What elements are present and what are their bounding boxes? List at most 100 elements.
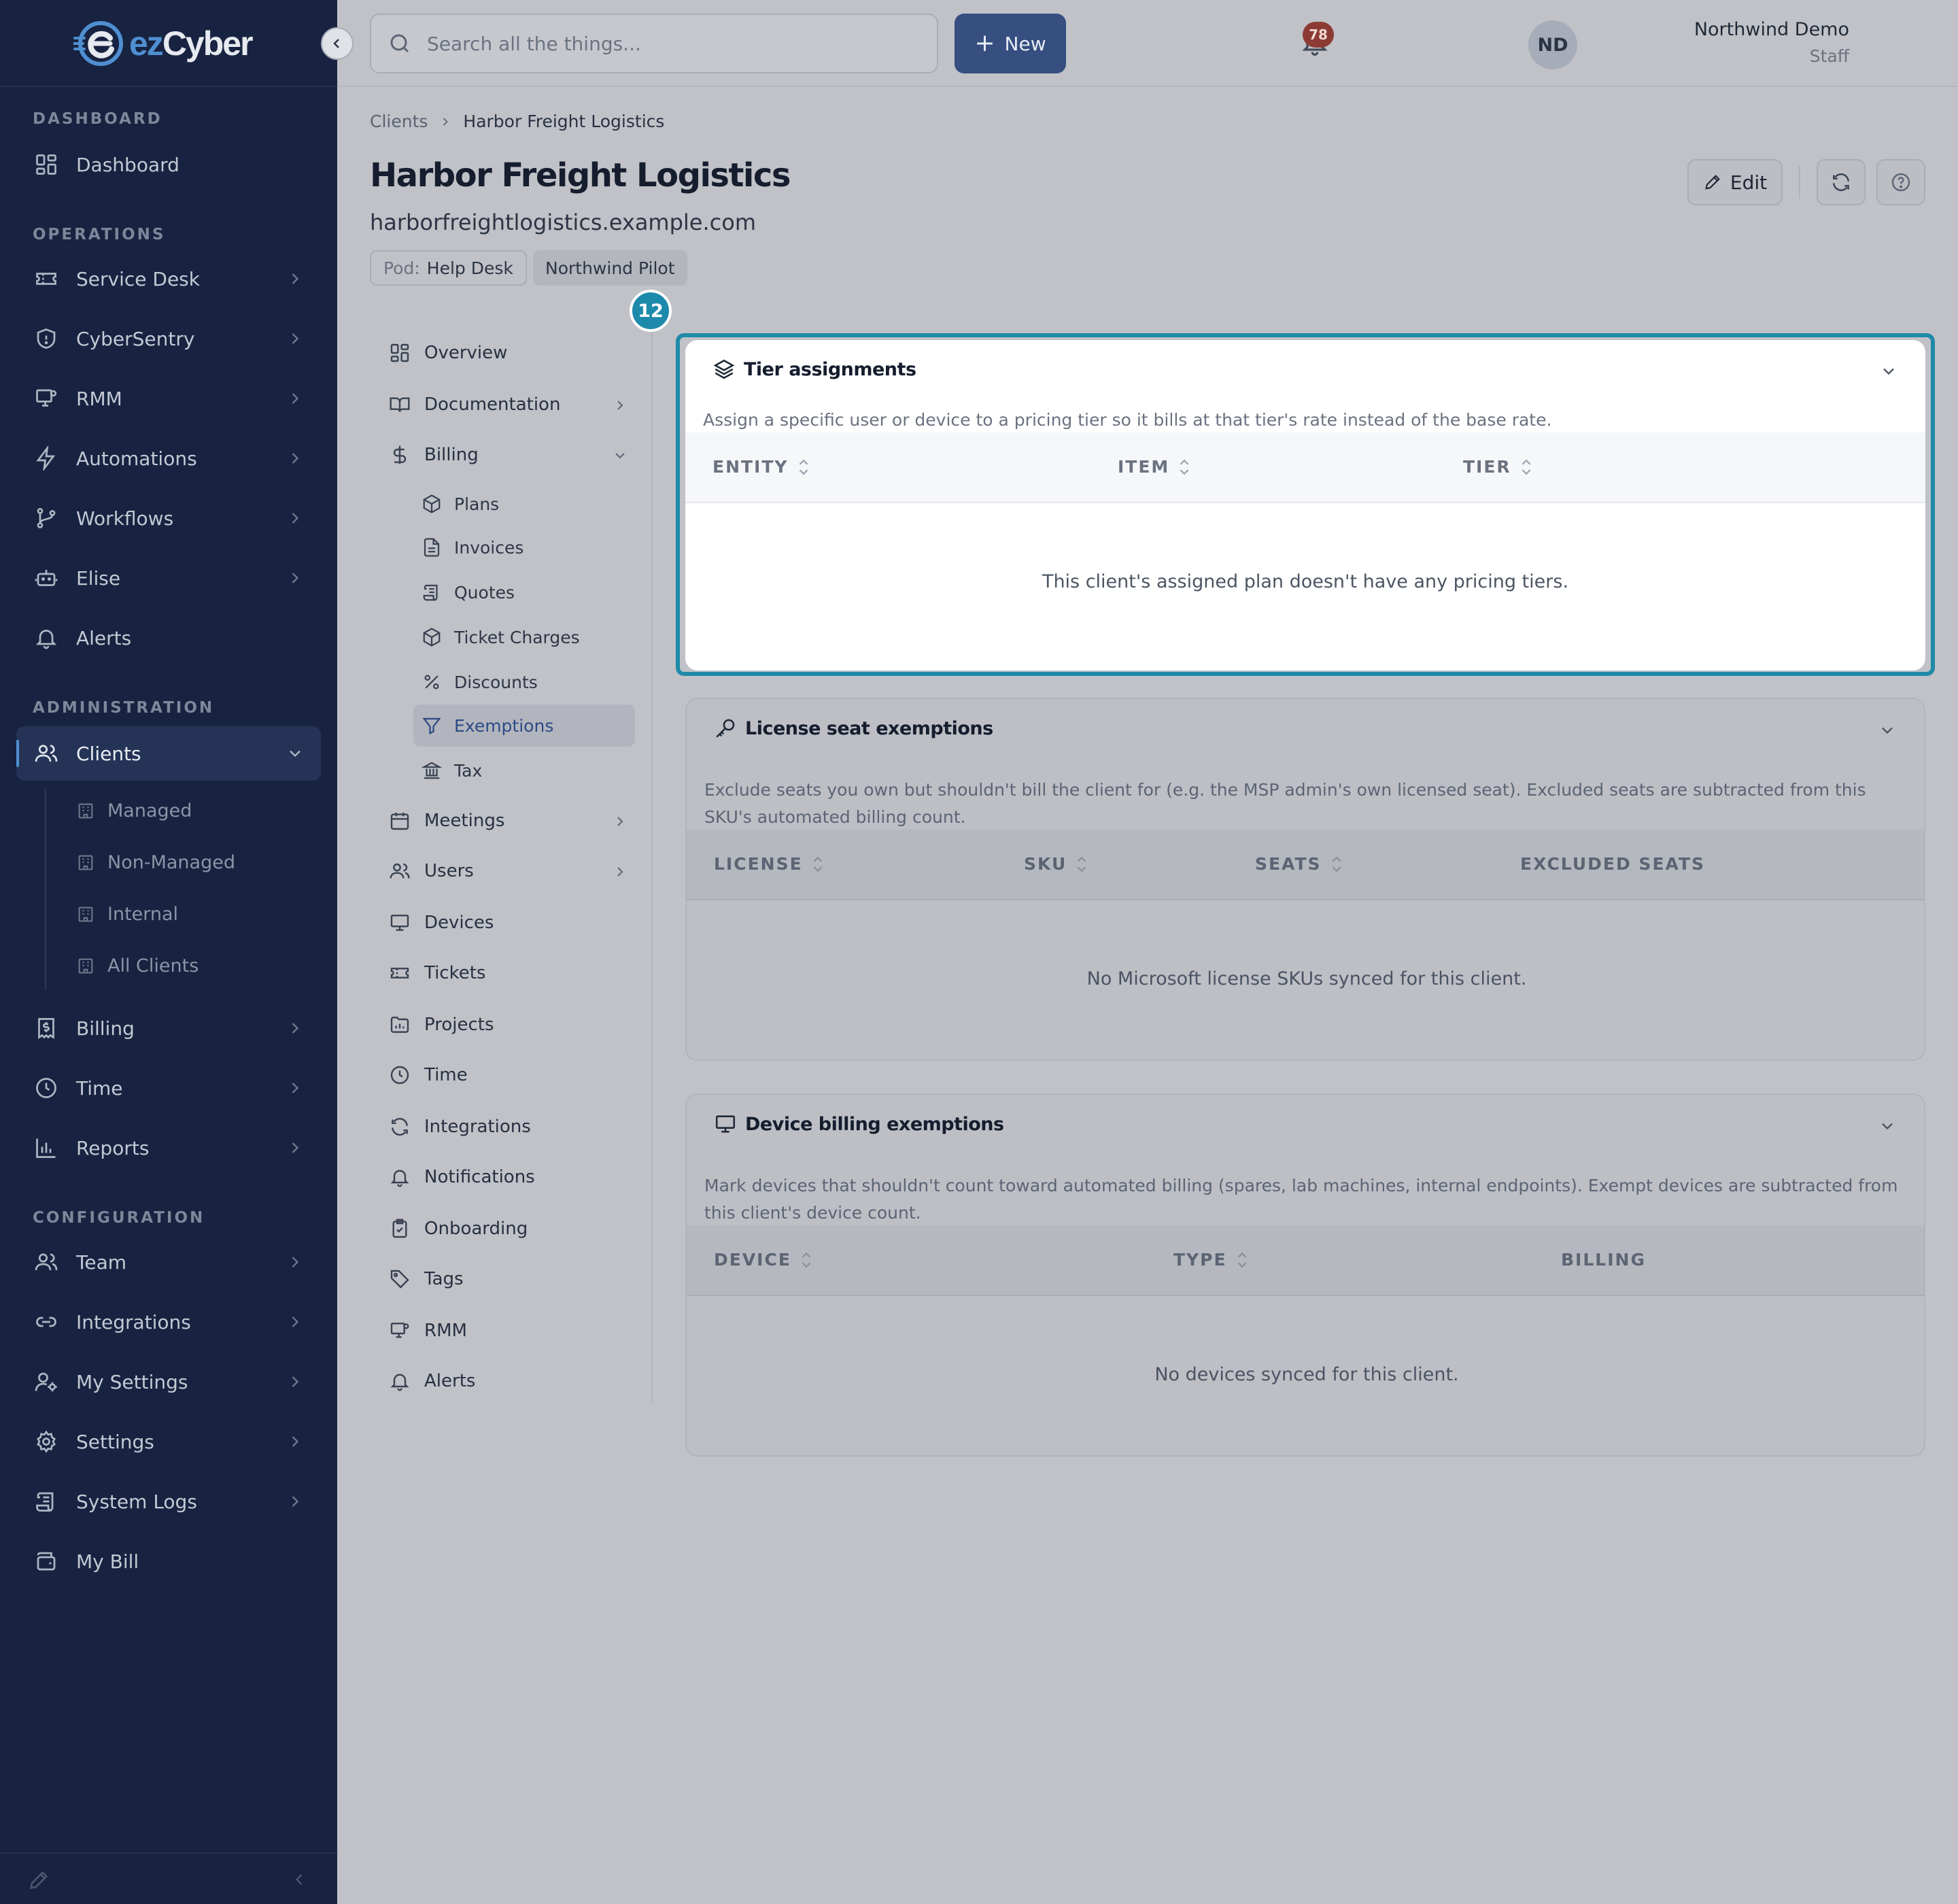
- client-nav-alerts[interactable]: Alerts: [381, 1360, 636, 1402]
- new-button[interactable]: + New: [955, 14, 1066, 73]
- sidebar-item-clients[interactable]: Clients: [16, 726, 321, 781]
- sidebar-item-billing[interactable]: Billing: [16, 1001, 321, 1055]
- step-badge: 12: [630, 290, 672, 332]
- sidebar-item-team[interactable]: Team: [16, 1235, 321, 1289]
- help-button[interactable]: [1876, 159, 1925, 205]
- chevron-down-icon[interactable]: [1879, 362, 1898, 381]
- robot-icon: [33, 564, 60, 592]
- layers-icon: [713, 359, 735, 379]
- sidebar-item-label: System Logs: [76, 1490, 197, 1513]
- client-nav-discounts[interactable]: Discounts: [413, 661, 635, 703]
- scroll-icon: [423, 584, 438, 601]
- sidebar-item-alerts[interactable]: Alerts: [16, 611, 321, 665]
- user-name[interactable]: Northwind Demo: [1694, 19, 1849, 40]
- building-icon: [78, 958, 93, 974]
- client-nav-users[interactable]: Users: [381, 850, 636, 892]
- column-header-sku[interactable]: SKU: [1024, 854, 1088, 874]
- client-nav-devices[interactable]: Devices: [381, 902, 636, 944]
- client-nav-time[interactable]: Time: [381, 1054, 636, 1096]
- sidebar-item-reports[interactable]: Reports: [16, 1121, 321, 1175]
- edit-button[interactable]: Edit: [1687, 159, 1783, 205]
- monitor-icon: [390, 915, 409, 931]
- sidebar-item-rmm[interactable]: RMM: [16, 371, 321, 426]
- sidebar-item-workflows[interactable]: Workflows: [16, 491, 321, 545]
- card-header-toggle[interactable]: Tier assignments: [712, 358, 916, 381]
- sidebar-item-service-desk[interactable]: Service Desk: [16, 252, 321, 306]
- sidebar-item-automations[interactable]: Automations: [16, 431, 321, 486]
- sidebar-collapse-button[interactable]: [321, 27, 354, 60]
- chevron-right-icon: [292, 333, 299, 344]
- column-header-device[interactable]: DEVICE: [714, 1250, 813, 1270]
- client-nav-quotes[interactable]: Quotes: [413, 571, 635, 613]
- chevron-down-icon[interactable]: [1878, 721, 1897, 740]
- notification-count-badge[interactable]: 78: [1303, 22, 1334, 48]
- sidebar-item-my-bill[interactable]: My Bill: [16, 1534, 321, 1588]
- column-header-tier[interactable]: TIER: [1463, 457, 1533, 477]
- avatar[interactable]: ND: [1528, 20, 1577, 69]
- column-header-seats[interactable]: SEATS: [1255, 854, 1343, 874]
- client-nav-tags[interactable]: Tags: [381, 1258, 636, 1300]
- sidebar-item-label: RMM: [76, 387, 122, 410]
- sidebar-item-system-logs[interactable]: System Logs: [16, 1474, 321, 1529]
- breadcrumb-clients-link[interactable]: Clients: [370, 112, 428, 131]
- ticket-icon: [390, 968, 409, 979]
- wallet-icon: [33, 1548, 60, 1575]
- dashboard-icon: [390, 343, 409, 362]
- sidebar-item-elise[interactable]: Elise: [16, 551, 321, 605]
- ticket-icon: [33, 265, 60, 292]
- card-header-toggle[interactable]: License seat exemptions: [714, 717, 993, 740]
- link-icon: [33, 1308, 60, 1336]
- chevron-right-icon: [292, 573, 299, 583]
- client-nav-integrations[interactable]: Integrations: [381, 1106, 636, 1148]
- app-logo[interactable]: ezCyber: [73, 18, 264, 69]
- column-header-type[interactable]: TYPE: [1173, 1250, 1249, 1270]
- clipboard-check-icon: [392, 1219, 407, 1238]
- client-nav-tax[interactable]: Tax: [413, 749, 635, 792]
- sidebar-subitem-all-clients[interactable]: All Clients: [76, 945, 199, 986]
- client-nav-billing[interactable]: Billing: [381, 434, 636, 476]
- column-header-license[interactable]: LICENSE: [714, 854, 825, 874]
- team-icon: [33, 1248, 60, 1276]
- sidebar-item-cybersentry[interactable]: CyberSentry: [16, 311, 321, 366]
- column-header-entity[interactable]: ENTITY: [712, 457, 810, 477]
- sidebar-subitem-managed[interactable]: Managed: [76, 790, 192, 831]
- percent-icon: [424, 675, 439, 690]
- sidebar-subitem-non-managed[interactable]: Non-Managed: [76, 842, 235, 883]
- client-nav-onboarding[interactable]: Onboarding: [381, 1208, 636, 1250]
- search-input[interactable]: [427, 32, 903, 55]
- client-nav-exemptions[interactable]: Exemptions: [413, 704, 635, 747]
- global-search[interactable]: [370, 14, 938, 73]
- chevron-right-icon: [292, 393, 299, 404]
- client-nav-overview[interactable]: Overview: [381, 332, 636, 374]
- sidebar-item-integrations[interactable]: Integrations: [16, 1295, 321, 1349]
- refresh-icon: [1833, 173, 1849, 191]
- client-nav-documentation[interactable]: Documentation: [381, 384, 636, 426]
- empty-state-message: No devices synced for this client.: [1154, 1364, 1459, 1385]
- bell-icon: [390, 1170, 409, 1187]
- sidebar-item-dashboard[interactable]: Dashboard: [16, 137, 321, 192]
- calendar-icon: [390, 813, 409, 830]
- pod-tag[interactable]: Pod: Help Desk: [370, 250, 527, 286]
- client-nav-plans[interactable]: Plans: [413, 483, 635, 525]
- card-header-toggle[interactable]: Device billing exemptions: [714, 1112, 1004, 1136]
- pilot-tag[interactable]: Northwind Pilot: [533, 250, 687, 286]
- client-nav-projects[interactable]: Projects: [381, 1004, 636, 1046]
- chevron-right-icon: [292, 1496, 299, 1507]
- sidebar-subitem-label: Managed: [107, 800, 192, 821]
- client-nav-rmm[interactable]: RMM: [381, 1310, 636, 1352]
- chevron-down-icon[interactable]: [1878, 1117, 1897, 1136]
- client-nav-meetings[interactable]: Meetings: [381, 800, 636, 842]
- sidebar-item-time[interactable]: Time: [16, 1061, 321, 1115]
- sidebar-item-my-settings[interactable]: My Settings: [16, 1355, 321, 1409]
- column-header-item[interactable]: ITEM: [1118, 457, 1191, 477]
- client-nav-notifications[interactable]: Notifications: [381, 1156, 636, 1198]
- client-nav-ticket-charges[interactable]: Ticket Charges: [413, 616, 635, 658]
- page-title: Harbor Freight Logistics: [370, 156, 791, 194]
- client-nav-invoices[interactable]: Invoices: [413, 526, 635, 568]
- sidebar-subitem-internal[interactable]: Internal: [76, 894, 178, 934]
- refresh-button[interactable]: [1817, 159, 1866, 205]
- client-nav-tickets[interactable]: Tickets: [381, 952, 636, 994]
- chevron-left-icon[interactable]: [290, 1870, 309, 1889]
- pencil-icon[interactable]: [27, 1869, 50, 1892]
- sidebar-item-settings[interactable]: Settings: [16, 1414, 321, 1469]
